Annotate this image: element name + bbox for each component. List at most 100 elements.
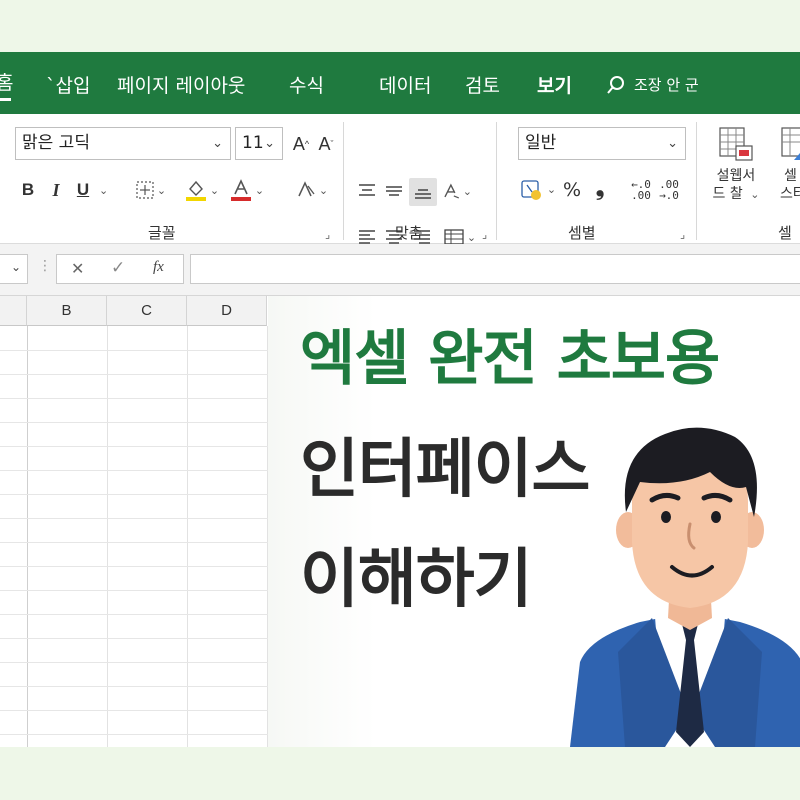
gridline [0,590,268,591]
search-hint: 조장 안 군 [634,76,699,94]
chevron-down-icon: ⌄ [264,136,275,151]
chevron-down-icon: ⌄ [462,184,472,198]
column-header[interactable]: D [187,296,267,326]
font-name-value: 맑은 고딕 [22,133,90,153]
worksheet-grid[interactable]: B C D [0,296,268,747]
conditional-format-icon [719,127,753,161]
enter-icon[interactable]: ✓ [111,258,125,278]
search-icon [607,75,624,94]
chevron-down-icon: ⌄ [209,183,220,197]
chevron-down-icon: ⌄ [318,183,329,197]
font-group-label: 글꼴 [148,224,176,242]
font-size-value: 11 [242,133,264,153]
gridline [0,518,268,519]
group-divider [496,122,497,240]
gridline [0,734,268,735]
chevron-down-icon: ⌄ [156,183,167,197]
ribbon: 맑은 고딕 ⌄ 11 ⌄ A ^ Aˇ B I U ⌄ ⌄ ⌄ ⌄ ⌄ 글꼴 ⌟… [0,114,800,245]
gridline [0,422,268,423]
conditional-format-label-1: 설웹서 [716,168,756,184]
text-orientation-icon [444,183,460,199]
number-group-label: 셈별 [568,224,596,242]
search-box[interactable]: 조장 안 군 [606,74,699,95]
gridline [0,614,268,615]
align-top-button[interactable] [356,180,378,202]
gridline [0,566,268,567]
headline-line-3: 이해하기 [300,543,533,617]
merge-cells-icon [444,229,464,245]
headline-line-1: 엑셀 완전 초보용 [300,324,720,394]
align-middle-button[interactable] [383,180,405,202]
gridline [0,350,268,351]
chevron-down-icon: ⌄ [212,136,223,151]
increase-decimal-button[interactable]: ←.0 .00 [628,176,654,204]
borders-button[interactable]: ⌄ [133,177,169,203]
align-bottom-icon [415,189,431,199]
tab-view[interactable]: 보기 [537,71,572,98]
cancel-icon[interactable]: ✕ [71,259,84,278]
dialog-launcher-icon[interactable]: ⌟ [325,228,330,241]
italic-button[interactable]: I [45,176,67,204]
phonetic-button[interactable]: ⌄ [290,176,334,204]
gridline [0,398,268,399]
cell-styles-button[interactable]: 셀 스타 [772,126,800,203]
dialog-launcher-icon[interactable]: ⌟ [680,228,685,241]
insert-function-icon[interactable]: fx [153,259,164,276]
fill-color-button[interactable]: ⌄ [181,174,223,206]
accounting-format-button[interactable]: ⌄ [518,174,558,204]
cell-styles-label-2: 스타 [780,186,800,202]
gridline [0,710,268,711]
grow-font-button[interactable]: A ^ [289,132,313,156]
shrink-font-label: A [318,133,331,154]
cells-group-label: 셀 [778,224,792,242]
chevron-down-icon[interactable]: ⌄ [99,184,108,197]
font-name-select[interactable]: 맑은 고딕 ⌄ [15,127,231,160]
font-size-select[interactable]: 11 ⌄ [235,127,283,160]
align-middle-icon [386,186,402,196]
group-divider [696,122,697,240]
orientation-button[interactable]: ⌄ [442,178,472,204]
dialog-launcher-icon[interactable]: ⌟ [482,228,487,241]
percent-button[interactable]: % [561,176,583,204]
formula-input[interactable] [190,254,800,284]
formula-bar: ⌄ ⋮ ✕ ✓ fx [0,244,800,296]
decrease-decimal-button[interactable]: .00 →.0 [656,176,682,204]
column-header[interactable]: B [27,296,107,326]
underline-button[interactable]: U [72,176,94,204]
chevron-down-icon: ⌄ [254,183,265,197]
fill-bucket-icon [185,180,206,201]
tab-page-layout[interactable]: 페이지 레이아웃 [117,71,245,98]
formula-actions: ✕ ✓ fx [56,254,184,284]
column-header[interactable]: C [107,296,187,326]
accounting-icon [521,180,541,200]
phonetic-icon [298,181,315,197]
name-box[interactable]: ⌄ [0,254,28,284]
font-color-icon [230,179,251,201]
font-color-button[interactable]: ⌄ [226,174,268,206]
borders-icon [136,181,154,199]
comma-button[interactable]: ❟ [590,174,610,202]
conditional-format-button[interactable]: 설웹서 드 찰 ⌄ [706,126,766,204]
chevron-down-icon: ⌄ [546,182,557,196]
select-all-corner[interactable] [0,296,27,326]
gridline [0,542,268,543]
chevron-down-icon: ⌄ [466,230,477,244]
gridline [0,374,268,375]
align-bottom-button[interactable] [409,178,437,206]
tab-data[interactable]: 데이터 [379,71,431,98]
number-format-select[interactable]: 일반 ⌄ [518,127,686,160]
conditional-format-label-2: 드 찰 ⌄ [712,186,760,202]
ribbon-tab-bar: 홈 `삽입 페이지 레이아웃 수식 데이터 검토 보기 조장 안 군 [0,52,800,114]
bold-button[interactable]: B [17,176,39,204]
gridline [0,638,268,639]
row-header-divider [27,326,28,747]
tab-home[interactable]: 홈 [0,68,13,101]
tab-review[interactable]: 검토 [465,71,500,98]
chevron-down-icon: ⌄ [10,260,21,274]
gridline [0,686,268,687]
drag-handle-icon[interactable]: ⋮ [38,258,52,274]
tab-insert[interactable]: `삽입 [46,71,90,98]
shrink-font-button[interactable]: Aˇ [314,132,338,156]
tab-formulas[interactable]: 수식 [289,71,324,98]
grow-font-label: A [292,133,305,154]
